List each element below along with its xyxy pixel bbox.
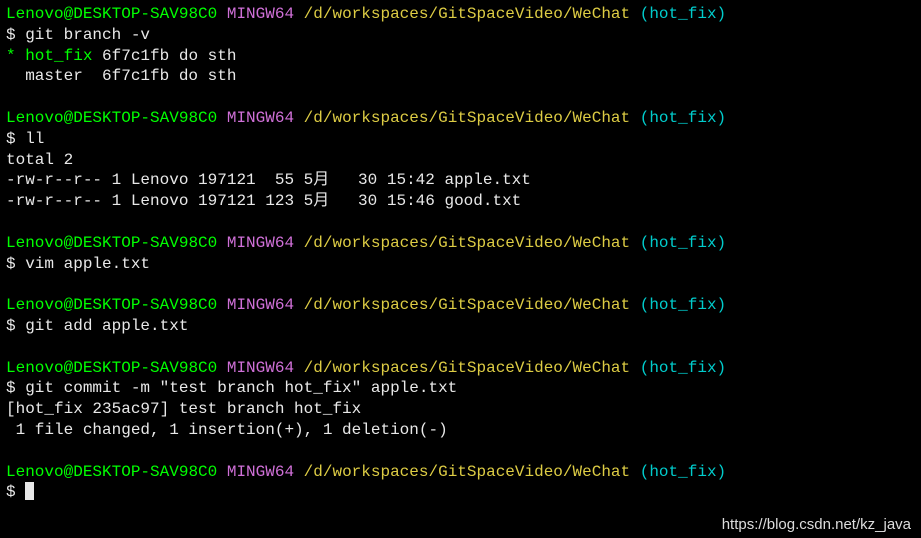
blank-line (6, 337, 915, 358)
command-line[interactable]: $ vim apple.txt (6, 254, 915, 275)
output-line: -rw-r--r-- 1 Lenovo 197121 55 5月 30 15:4… (6, 170, 915, 191)
command-line[interactable]: $ git add apple.txt (6, 316, 915, 337)
output-line: [hot_fix 235ac97] test branch hot_fix (6, 399, 915, 420)
prompt-line: Lenovo@DESKTOP-SAV98C0 MINGW64 /d/worksp… (6, 108, 915, 129)
command-line[interactable]: $ git commit -m "test branch hot_fix" ap… (6, 378, 915, 399)
blank-line (6, 274, 915, 295)
blank-line (6, 441, 915, 462)
prompt-line: Lenovo@DESKTOP-SAV98C0 MINGW64 /d/worksp… (6, 462, 915, 483)
output-line: total 2 (6, 150, 915, 171)
blank-line (6, 87, 915, 108)
prompt-line: Lenovo@DESKTOP-SAV98C0 MINGW64 /d/worksp… (6, 295, 915, 316)
prompt-line: Lenovo@DESKTOP-SAV98C0 MINGW64 /d/worksp… (6, 233, 915, 254)
watermark-text: https://blog.csdn.net/kz_java (722, 515, 911, 535)
prompt-line: Lenovo@DESKTOP-SAV98C0 MINGW64 /d/worksp… (6, 4, 915, 25)
cursor (25, 482, 34, 500)
command-line[interactable]: $ git branch -v (6, 25, 915, 46)
terminal-output[interactable]: Lenovo@DESKTOP-SAV98C0 MINGW64 /d/worksp… (6, 4, 915, 503)
command-line[interactable]: $ ll (6, 129, 915, 150)
output-line: 1 file changed, 1 insertion(+), 1 deleti… (6, 420, 915, 441)
blank-line (6, 212, 915, 233)
branch-current: * hot_fix 6f7c1fb do sth (6, 46, 915, 67)
command-line[interactable]: $ (6, 482, 915, 503)
prompt-line: Lenovo@DESKTOP-SAV98C0 MINGW64 /d/worksp… (6, 358, 915, 379)
branch-other: master 6f7c1fb do sth (6, 66, 915, 87)
output-line: -rw-r--r-- 1 Lenovo 197121 123 5月 30 15:… (6, 191, 915, 212)
